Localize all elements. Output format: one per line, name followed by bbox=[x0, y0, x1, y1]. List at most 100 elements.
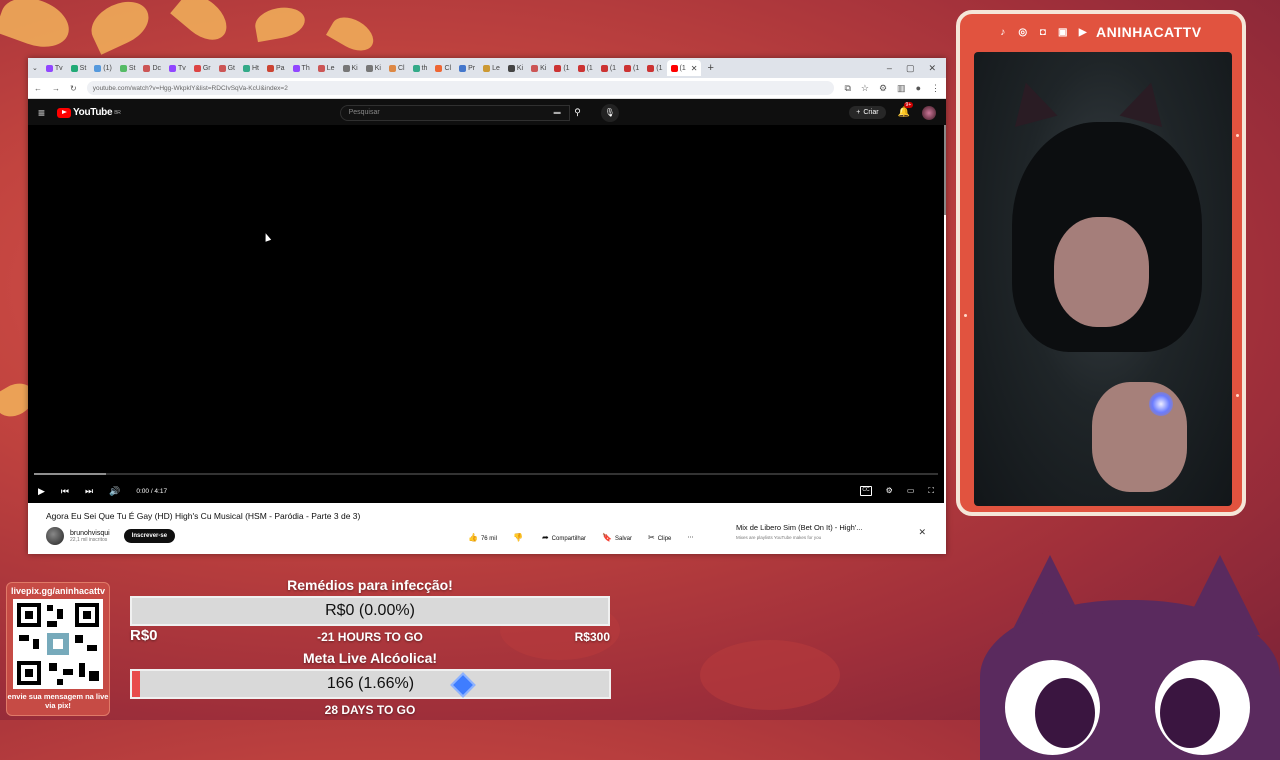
notification-badge: 9+ bbox=[903, 102, 914, 108]
subscribe-button[interactable]: Inscrever-se bbox=[123, 529, 176, 543]
tab-label: (1 bbox=[679, 64, 686, 72]
menu-icon[interactable]: ⋮ bbox=[931, 83, 940, 94]
next-icon[interactable]: ⏭ bbox=[85, 486, 93, 497]
fullscreen-icon[interactable]: ⛶ bbox=[928, 486, 934, 496]
goal1-title: Remédios para infecção! bbox=[287, 577, 453, 593]
youtube-header-right: + Criar 🔔 9+ bbox=[849, 102, 936, 120]
youtube-logo-text: YouTube bbox=[73, 107, 113, 118]
tab-favicon-icon bbox=[365, 64, 373, 72]
browser-tab[interactable]: Tv bbox=[165, 60, 190, 76]
mix-panel[interactable]: Mix de Libero Sim (Bet On It) - High'...… bbox=[736, 523, 936, 540]
play-icon[interactable]: ▶ bbox=[38, 486, 45, 497]
tab-label: Ki bbox=[540, 64, 547, 72]
browser-tab[interactable]: Ki bbox=[339, 60, 362, 76]
browser-tab[interactable]: Ht bbox=[239, 60, 263, 76]
browser-tab[interactable]: (1 bbox=[550, 60, 573, 76]
thumbs-up-icon: 👍 bbox=[468, 533, 478, 542]
cat-eye bbox=[1005, 660, 1100, 755]
clip-button[interactable]: ✂ Clipe bbox=[648, 533, 671, 542]
tab-favicon-icon bbox=[483, 64, 491, 72]
hamburger-menu-icon[interactable]: ≡ bbox=[38, 106, 45, 120]
tab-close-icon[interactable]: ✕ bbox=[691, 64, 698, 73]
youtube-logo[interactable]: YouTube BR bbox=[57, 107, 121, 118]
tab-label: Tv bbox=[54, 64, 63, 72]
settings-gear-icon[interactable]: ⚙ bbox=[886, 486, 893, 496]
time-display: 0:00 / 4:17 bbox=[136, 487, 168, 495]
browser-tab[interactable]: Ki bbox=[362, 60, 385, 76]
streamer-face bbox=[1054, 217, 1149, 327]
cat-ear-headband bbox=[1119, 76, 1173, 128]
browser-tab[interactable]: Le bbox=[479, 60, 504, 76]
save-button[interactable]: 🔖 Salvar bbox=[602, 533, 632, 542]
maximize-icon[interactable]: ▢ bbox=[906, 63, 915, 74]
open-in-app-icon[interactable]: ⧉ bbox=[844, 83, 850, 94]
browser-tab[interactable]: Cl bbox=[431, 60, 455, 76]
browser-tab[interactable]: Gr bbox=[190, 60, 215, 76]
channel-name[interactable]: brunohvisqui bbox=[70, 530, 110, 537]
tab-label: Le bbox=[492, 64, 500, 72]
notifications-bell-icon[interactable]: 🔔 9+ bbox=[898, 102, 914, 118]
share-label: Compartilhar bbox=[551, 536, 587, 542]
tiktok-icon: ♪ bbox=[1000, 26, 1006, 38]
bookmark-star-icon[interactable]: ☆ bbox=[861, 83, 869, 94]
browser-tab[interactable]: (1 bbox=[574, 60, 597, 76]
keyboard-icon[interactable]: ▬ bbox=[554, 109, 561, 116]
browser-tab[interactable]: Pa bbox=[263, 60, 289, 76]
browser-tab[interactable]: (1 ✕ bbox=[666, 60, 702, 76]
webcam-frame: ♪ ◎ ◘ ▣ ▶ ANINHACATTV bbox=[956, 10, 1246, 516]
create-button[interactable]: + Criar bbox=[849, 106, 886, 119]
reload-icon[interactable]: ↻ bbox=[70, 84, 77, 93]
browser-tab[interactable]: Gt bbox=[215, 60, 239, 76]
volume-icon[interactable]: 🔊 bbox=[109, 486, 120, 497]
sidebar-icon[interactable]: ▥ bbox=[897, 83, 906, 94]
previous-icon[interactable]: ⏮ bbox=[61, 486, 69, 497]
video-player[interactable]: ▶ ⏮ ⏭ 🔊 0:00 / 4:17 CC ⚙ ▭ ⛶ bbox=[28, 125, 944, 503]
browser-tab[interactable]: (1 bbox=[620, 60, 643, 76]
webcam-video bbox=[974, 52, 1232, 506]
goal2-time-left: 28 DAYS TO GO bbox=[324, 703, 416, 717]
browser-tab[interactable]: Cl bbox=[385, 60, 409, 76]
search-input[interactable]: Pesquisar bbox=[339, 104, 570, 121]
tab-label: St bbox=[128, 64, 136, 72]
more-actions-icon[interactable]: ⋯ bbox=[687, 534, 693, 541]
browser-tab[interactable]: Pr bbox=[455, 60, 479, 76]
browser-tab[interactable]: (1) bbox=[90, 60, 116, 76]
browser-window: ⌄ Tv St (1) St Dc Tv Gr Gt Ht Pa Th Le Ki Ki Cl th Cl Pr L… bbox=[28, 58, 946, 554]
search-icon[interactable]: ⚲ bbox=[567, 105, 589, 121]
browser-tab[interactable]: Th bbox=[289, 60, 314, 76]
subtitles-icon[interactable]: CC bbox=[860, 486, 872, 496]
browser-tab[interactable]: Tv bbox=[42, 60, 67, 76]
minimize-icon[interactable]: – bbox=[887, 63, 892, 74]
browser-tab[interactable]: th bbox=[409, 60, 432, 76]
close-window-icon[interactable]: ✕ bbox=[928, 63, 936, 74]
browser-tab[interactable]: St bbox=[67, 60, 91, 76]
tab-search-icon[interactable]: ⌄ bbox=[32, 64, 38, 72]
goal1-max: R$300 bbox=[574, 630, 610, 644]
profile-icon[interactable]: ● bbox=[916, 83, 921, 94]
dislike-button[interactable]: 👎 bbox=[513, 533, 526, 542]
browser-tab[interactable]: Dc bbox=[139, 60, 165, 76]
forward-icon[interactable]: → bbox=[52, 84, 60, 93]
new-tab-button[interactable]: + bbox=[701, 62, 719, 74]
share-button[interactable]: ➦ Compartilhar bbox=[542, 533, 586, 542]
channel-avatar[interactable] bbox=[46, 527, 64, 545]
browser-tab[interactable]: Ki bbox=[527, 60, 550, 76]
page-scrollbar[interactable] bbox=[944, 125, 946, 215]
browser-tab[interactable]: Ki bbox=[504, 60, 527, 76]
account-avatar[interactable] bbox=[922, 105, 936, 120]
browser-tab[interactable]: (1 bbox=[643, 60, 666, 76]
scissors-icon: ✂ bbox=[648, 533, 655, 542]
tab-favicon-icon bbox=[342, 64, 350, 72]
back-icon[interactable]: ← bbox=[34, 84, 42, 93]
close-icon[interactable]: ✕ bbox=[918, 527, 926, 538]
like-button[interactable]: 👍 76 mil bbox=[468, 533, 497, 542]
progress-bar[interactable] bbox=[34, 473, 938, 475]
browser-tab[interactable]: Le bbox=[314, 60, 339, 76]
browser-tab[interactable]: St bbox=[116, 60, 140, 76]
browser-tab[interactable]: (1 bbox=[597, 60, 620, 76]
microphone-icon[interactable]: 🎙 bbox=[600, 103, 619, 122]
tab-favicon-icon bbox=[531, 64, 539, 72]
theater-mode-icon[interactable]: ▭ bbox=[907, 486, 915, 496]
url-input[interactable]: youtube.com/watch?v=Hgg-WkpklY&list=RDCI… bbox=[86, 81, 835, 95]
extensions-icon[interactable]: ⚙ bbox=[879, 83, 887, 94]
